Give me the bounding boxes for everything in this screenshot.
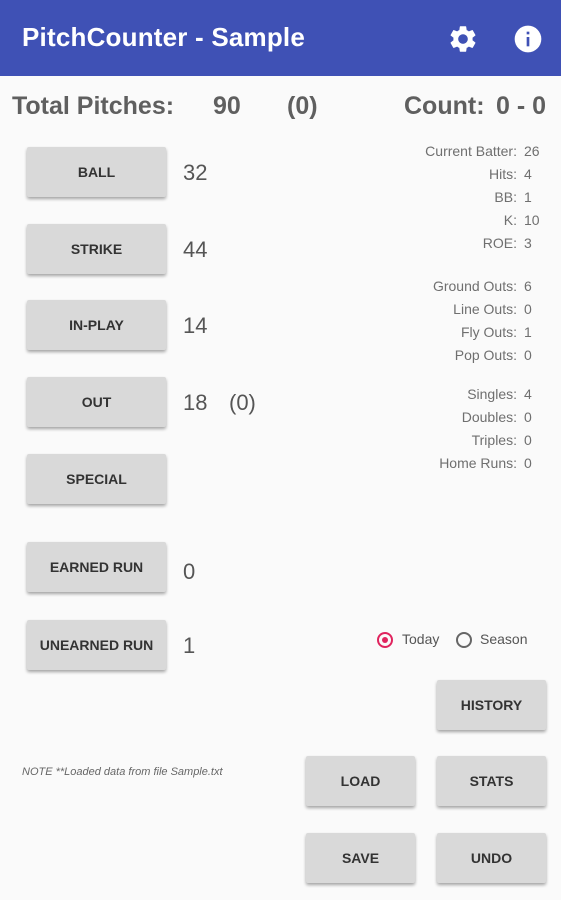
earned-run-count: 0 [183, 559, 196, 584]
stat-k-label: K: [503, 212, 517, 228]
gear-icon[interactable] [447, 23, 479, 55]
stat-hits-label: Hits: [489, 166, 517, 182]
in-play-count: 14 [183, 313, 208, 338]
stat-singles-label: Singles: [467, 386, 517, 402]
stat-line-outs-value: 0 [524, 301, 532, 317]
strike-button[interactable]: STRIKE [27, 224, 166, 274]
total-pitches-label: Total Pitches: [12, 92, 175, 120]
season-radio[interactable] [456, 632, 472, 648]
app-title: PitchCounter - Sample [22, 22, 306, 52]
total-pitches-value: 90 [213, 92, 241, 120]
strike-count: 44 [183, 237, 208, 262]
stat-bb-value: 1 [524, 189, 532, 205]
in-play-button[interactable]: IN-PLAY [27, 300, 166, 350]
ball-count: 32 [183, 160, 208, 185]
stat-home-runs-label: Home Runs: [439, 455, 517, 471]
save-button[interactable]: SAVE [306, 833, 415, 883]
stat-current-batter-value: 26 [524, 143, 540, 159]
stat-hits-value: 4 [524, 166, 532, 182]
total-pitches-paren: (0) [287, 92, 318, 120]
out-count: 18 [183, 390, 208, 415]
stat-singles-value: 4 [524, 386, 532, 402]
stat-pop-outs-value: 0 [524, 347, 532, 363]
special-button[interactable]: SPECIAL [27, 454, 166, 504]
load-button[interactable]: LOAD [306, 756, 415, 806]
out-button[interactable]: OUT [27, 377, 166, 427]
stat-roe-label: ROE: [482, 235, 517, 251]
stat-ground-outs-value: 6 [524, 278, 532, 294]
earned-run-button[interactable]: EARNED RUN [27, 542, 166, 592]
stat-triples-value: 0 [524, 432, 532, 448]
app-bar: PitchCounter - Sample [0, 0, 561, 76]
ball-button[interactable]: BALL [27, 147, 166, 197]
stat-k-value: 10 [524, 212, 540, 228]
loaded-file-note: NOTE **Loaded data from file Sample.txt [22, 766, 223, 778]
stat-home-runs-value: 0 [524, 455, 532, 471]
count-label: Count: [404, 92, 485, 120]
stat-roe-value: 3 [524, 235, 532, 251]
stat-triples-label: Triples: [471, 432, 517, 448]
stat-doubles-value: 0 [524, 409, 532, 425]
today-radio[interactable] [377, 632, 393, 648]
stat-fly-outs-value: 1 [524, 324, 532, 340]
season-radio-label[interactable]: Season [480, 631, 527, 647]
stat-current-batter-label: Current Batter: [425, 143, 517, 159]
stats-button[interactable]: STATS [437, 756, 546, 806]
stat-line-outs-label: Line Outs: [453, 301, 517, 317]
unearned-run-count: 1 [183, 633, 196, 658]
stat-doubles-label: Doubles: [461, 409, 517, 425]
stat-ground-outs-label: Ground Outs: [432, 278, 517, 294]
info-icon[interactable] [512, 23, 544, 55]
count-value: 0 - 0 [496, 92, 547, 120]
out-paren-count: (0) [229, 390, 256, 415]
history-button[interactable]: HISTORY [437, 680, 546, 730]
stat-bb-label: BB: [494, 189, 517, 205]
unearned-run-button[interactable]: UNEARNED RUN [27, 620, 166, 670]
undo-button[interactable]: UNDO [437, 833, 546, 883]
stat-pop-outs-label: Pop Outs: [454, 347, 517, 363]
stat-fly-outs-label: Fly Outs: [460, 324, 517, 340]
today-radio-label[interactable]: Today [402, 631, 439, 647]
